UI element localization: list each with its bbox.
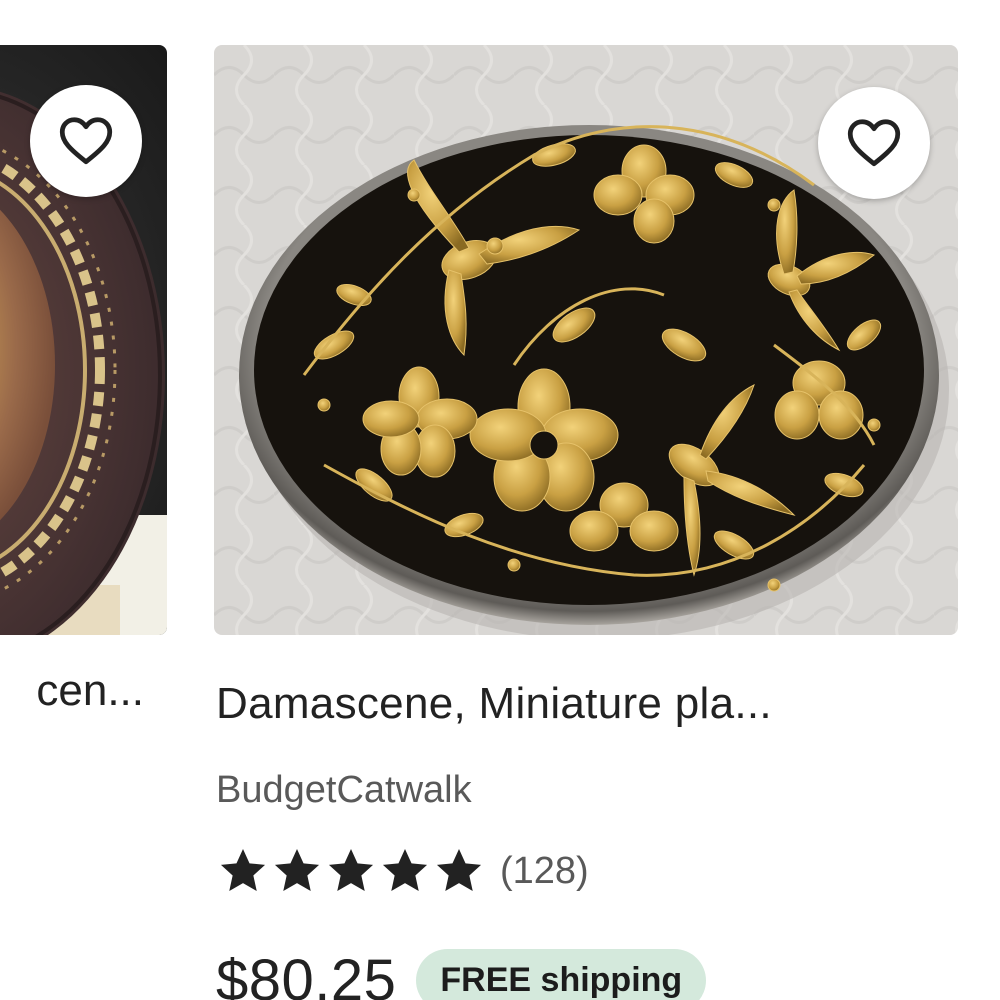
star-rating [216,844,486,898]
price: $80.25 [216,947,397,1000]
rating: (128) [216,845,589,897]
heart-outline-icon [847,119,901,167]
listing-title[interactable]: cen... [0,665,144,717]
star-icon [274,848,320,892]
free-shipping-badge: FREE shipping [416,948,707,1000]
star-icon [328,848,374,892]
review-count: (128) [500,849,589,892]
listing-title[interactable]: Damascene, Miniature pla... [216,678,958,730]
star-icon [382,848,428,892]
star-icon [436,848,482,892]
favorite-button[interactable] [818,87,930,199]
shop-name: BudgetCatwalk [216,769,472,811]
listing-grid: cen... Damascene, Miniature pla... Budge… [0,0,1000,1000]
listing-card[interactable]: Damascene, Miniature pla... BudgetCatwal… [214,45,958,1000]
star-icon [220,848,266,892]
heart-outline-icon [59,117,113,165]
favorite-button[interactable] [30,85,142,197]
price-row: $80.25 FREE shipping [216,940,707,1000]
listing-card[interactable]: cen... [0,45,167,985]
